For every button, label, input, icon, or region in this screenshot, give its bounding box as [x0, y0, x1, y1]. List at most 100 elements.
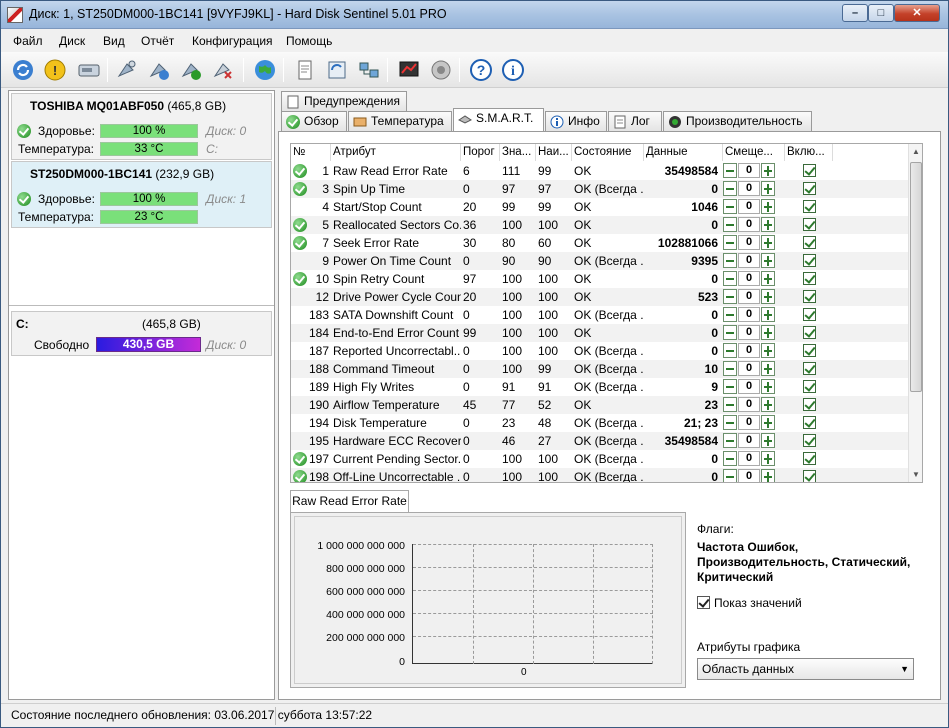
enabled-checkbox[interactable]: [803, 164, 816, 177]
menu-file[interactable]: Файл: [13, 34, 43, 48]
enabled-checkbox[interactable]: [803, 308, 816, 321]
tab-log[interactable]: Лог: [608, 111, 662, 131]
close-button[interactable]: ✕: [894, 4, 940, 22]
tab-performance[interactable]: Производительность: [663, 111, 812, 131]
table-row[interactable]: 7 Seek Error Rate 30 80 60 OK 102881066 0: [291, 234, 909, 252]
enabled-checkbox[interactable]: [803, 434, 816, 447]
enabled-checkbox[interactable]: [803, 272, 816, 285]
offset-value[interactable]: 0: [738, 253, 760, 268]
enabled-checkbox[interactable]: [803, 380, 816, 393]
enabled-checkbox[interactable]: [803, 398, 816, 411]
increment-button[interactable]: [761, 361, 775, 376]
checkbox-checked-icon[interactable]: [697, 596, 710, 609]
satellite-refresh-icon[interactable]: [145, 56, 173, 84]
decrement-button[interactable]: [723, 325, 737, 340]
speaker-icon[interactable]: [427, 56, 455, 84]
decrement-button[interactable]: [723, 307, 737, 322]
offset-value[interactable]: 0: [738, 451, 760, 466]
table-row[interactable]: 190 Airflow Temperature 45 77 52 OK 23 0: [291, 396, 909, 414]
offset-value[interactable]: 0: [738, 199, 760, 214]
increment-button[interactable]: [761, 271, 775, 286]
offset-value[interactable]: 0: [738, 415, 760, 430]
decrement-button[interactable]: [723, 181, 737, 196]
decrement-button[interactable]: [723, 397, 737, 412]
offset-value[interactable]: 0: [738, 325, 760, 340]
enabled-checkbox[interactable]: [803, 290, 816, 303]
chart-icon[interactable]: [395, 56, 423, 84]
table-row[interactable]: 9 Power On Time Count 0 90 90 OK (Всегда ... 9…: [291, 252, 909, 270]
decrement-button[interactable]: [723, 235, 737, 250]
increment-button[interactable]: [761, 325, 775, 340]
decrement-button[interactable]: [723, 271, 737, 286]
table-row[interactable]: 188 Command Timeout 0 100 99 OK (Всегда ... 10…: [291, 360, 909, 378]
enabled-checkbox[interactable]: [803, 182, 816, 195]
tab-temperature[interactable]: Температура: [348, 111, 452, 131]
offset-value[interactable]: 0: [738, 343, 760, 358]
scroll-up-arrow[interactable]: ▲: [912, 147, 920, 156]
table-row[interactable]: 10 Spin Retry Count 97 100 100 OK 0 0: [291, 270, 909, 288]
decrement-button[interactable]: [723, 415, 737, 430]
menu-report[interactable]: Отчёт: [141, 34, 174, 48]
warning-icon[interactable]: !: [41, 56, 69, 84]
enabled-checkbox[interactable]: [803, 236, 816, 249]
increment-button[interactable]: [761, 343, 775, 358]
sync-icon[interactable]: [323, 56, 351, 84]
table-row[interactable]: 4 Start/Stop Count 20 99 99 OK 1046 0: [291, 198, 909, 216]
decrement-button[interactable]: [723, 217, 737, 232]
offset-value[interactable]: 0: [738, 289, 760, 304]
col-offset[interactable]: Смеще...: [723, 144, 785, 161]
table-row[interactable]: 12 Drive Power Cycle Count 20 100 100 OK 523 0: [291, 288, 909, 306]
decrement-button[interactable]: [723, 253, 737, 268]
increment-button[interactable]: [761, 451, 775, 466]
increment-button[interactable]: [761, 397, 775, 412]
col-threshold[interactable]: Порог: [461, 144, 500, 161]
tab-overview[interactable]: Обзор: [281, 111, 347, 131]
table-row[interactable]: 184 End-to-End Error Count 99 100 100 OK 0 0: [291, 324, 909, 342]
table-row[interactable]: 3 Spin Up Time 0 97 97 OK (Всегда ... 0 0: [291, 180, 909, 198]
increment-button[interactable]: [761, 415, 775, 430]
help-icon[interactable]: ?: [467, 56, 495, 84]
tab-warnings[interactable]: Предупреждения: [281, 91, 407, 111]
col-worst[interactable]: Наи...: [536, 144, 572, 161]
disk-card-selected[interactable]: ST250DM000-1BC141 (232,9 GB) Здоровье: 1…: [11, 161, 272, 228]
menu-help[interactable]: Помощь: [286, 34, 332, 48]
increment-button[interactable]: [761, 181, 775, 196]
info-icon[interactable]: i: [499, 56, 527, 84]
disk-card[interactable]: TOSHIBA MQ01ABF050 (465,8 GB) Здоровье: …: [11, 93, 272, 160]
offset-value[interactable]: 0: [738, 235, 760, 250]
menu-view[interactable]: Вид: [103, 34, 125, 48]
offset-value[interactable]: 0: [738, 361, 760, 376]
table-row[interactable]: 198 Off-Line Uncorrectable ... 0 100 100 OK (…: [291, 468, 909, 482]
col-number[interactable]: №: [291, 144, 331, 161]
offset-value[interactable]: 0: [738, 397, 760, 412]
table-row[interactable]: 1 Raw Read Error Rate 6 111 99 OK 35498584 0: [291, 162, 909, 180]
network-icon[interactable]: [355, 56, 383, 84]
increment-button[interactable]: [761, 253, 775, 268]
satellite-check-icon[interactable]: [177, 56, 205, 84]
increment-button[interactable]: [761, 235, 775, 250]
offset-value[interactable]: 0: [738, 163, 760, 178]
table-row[interactable]: 189 High Fly Writes 0 91 91 OK (Всегда ... 9 0: [291, 378, 909, 396]
col-value[interactable]: Зна...: [500, 144, 536, 161]
decrement-button[interactable]: [723, 433, 737, 448]
decrement-button[interactable]: [723, 469, 737, 482]
menu-config[interactable]: Конфигурация: [192, 34, 273, 48]
offset-value[interactable]: 0: [738, 307, 760, 322]
menu-disk[interactable]: Диск: [59, 34, 85, 48]
increment-button[interactable]: [761, 199, 775, 214]
offset-value[interactable]: 0: [738, 271, 760, 286]
tab-info[interactable]: Инфо: [545, 111, 607, 131]
offset-value[interactable]: 0: [738, 433, 760, 448]
decrement-button[interactable]: [723, 379, 737, 394]
col-attribute[interactable]: Атрибут: [331, 144, 461, 161]
col-data[interactable]: Данные: [644, 144, 723, 161]
offset-value[interactable]: 0: [738, 379, 760, 394]
tab-smart[interactable]: S.M.A.R.T.: [453, 108, 544, 131]
enabled-checkbox[interactable]: [803, 470, 816, 482]
decrement-button[interactable]: [723, 199, 737, 214]
increment-button[interactable]: [761, 379, 775, 394]
enabled-checkbox[interactable]: [803, 362, 816, 375]
enabled-checkbox[interactable]: [803, 452, 816, 465]
offset-value[interactable]: 0: [738, 469, 760, 482]
graph-tab[interactable]: Raw Read Error Rate: [290, 490, 409, 512]
